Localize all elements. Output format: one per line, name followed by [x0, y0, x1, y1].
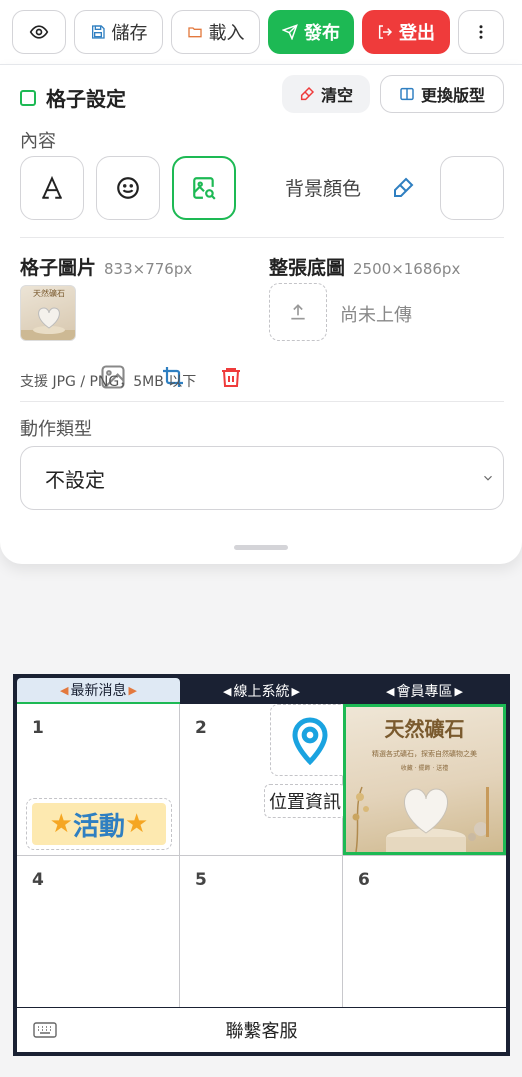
cell-number: 4 [32, 870, 44, 890]
bg-color-swatch[interactable] [440, 156, 504, 220]
cell-number: 5 [195, 870, 207, 890]
floppy-icon [91, 25, 105, 39]
full-bg-label: 整張底圖 [269, 257, 346, 279]
content-type-emoji[interactable] [96, 156, 160, 220]
cell-number: 6 [358, 870, 370, 890]
promo-subtitle: 精選各式礦石，探索自然礦物之美 [372, 750, 477, 758]
contact-service-bar[interactable]: 聯繫客服 [17, 1008, 506, 1052]
tab-member-zone[interactable]: ◀ 會員專區 ▶ [343, 678, 506, 704]
content-type-text[interactable] [20, 156, 84, 220]
grid-cell-4[interactable]: 4 [17, 856, 179, 1007]
menu-tabs: ◀ 最新消息 ▶ ◀ 線上系統 ▶ ◀ 會員專區 ▶ [17, 678, 506, 704]
preview-button[interactable] [12, 10, 66, 54]
send-icon [282, 24, 298, 40]
grid-settings-panel: 格子設定 清空 更換版型 內容 背景顏色 格子圖片 833×776px 整張底圖… [0, 64, 522, 564]
action-type-value: 不設定 [45, 467, 105, 492]
contact-service-label: 聯繫客服 [225, 1021, 298, 1042]
upload-icon [291, 304, 305, 320]
tab-online-system[interactable]: ◀ 線上系統 ▶ [180, 678, 343, 704]
heart-stone-image: 天然礦石 [21, 288, 75, 340]
tab-label: 線上系統 [233, 684, 290, 700]
panel-title-text: 格子設定 [46, 87, 126, 111]
trash-icon [222, 368, 240, 387]
promo-title: 天然礦石 [384, 717, 465, 741]
load-label: 載入 [208, 23, 245, 44]
grid-image-label: 格子圖片 [20, 257, 97, 279]
grid-cell-2[interactable]: 2 位置資訊 [180, 704, 350, 855]
publish-button[interactable]: 發布 [268, 10, 354, 54]
action-type-select[interactable]: 不設定 [20, 446, 504, 510]
change-layout-label: 更換版型 [420, 86, 485, 105]
tab-latest-news[interactable]: ◀ 最新消息 ▶ [17, 678, 180, 704]
smile-icon [117, 177, 139, 199]
grid-cell-3[interactable]: 天然礦石 精選各式礦石，探索自然礦物之美 收藏 · 擺飾 · 送禮 [343, 704, 506, 855]
save-button[interactable]: 儲存 [74, 10, 163, 54]
grid-cell-6[interactable]: 6 [343, 856, 506, 1007]
logout-button[interactable]: 登出 [362, 10, 450, 54]
change-layout-button[interactable]: 更換版型 [380, 75, 504, 113]
eraser-icon [394, 177, 414, 197]
save-label: 儲存 [111, 23, 148, 44]
grid-cell-1[interactable]: 1 ★ 活動 ★ [17, 704, 179, 855]
cell-number: 2 [195, 718, 207, 738]
divider [20, 237, 504, 238]
panel-title: 格子設定 [20, 83, 126, 112]
tab-label: 最新消息 [70, 683, 127, 699]
grid-cell-5[interactable]: 5 [180, 856, 342, 1007]
toolbar: 儲存 載入 發布 登出 [0, 0, 522, 64]
upload-bg-button[interactable] [269, 283, 327, 341]
grid-cells: 1 ★ 活動 ★ 2 位置資訊 天然礦石 精選各式礦石，探索自然礦物之美 收藏 · … [17, 704, 506, 1007]
content-label: 內容 [20, 131, 56, 152]
full-bg-header: 整張底圖 2500×1686px [269, 253, 460, 280]
eraser-icon [300, 86, 315, 101]
publish-label: 發布 [304, 23, 340, 44]
more-button[interactable] [458, 10, 504, 54]
support-text: 支援 JPG / PNG，5MB 以下 [20, 374, 197, 390]
action-type-label: 動作類型 [20, 419, 92, 440]
logout-label: 登出 [399, 23, 435, 44]
text-font-icon [42, 175, 62, 199]
clear-button[interactable]: 清空 [282, 75, 370, 113]
heart-crystal-illustration [352, 786, 489, 852]
columns-icon [400, 87, 414, 101]
event-label: 活動 [72, 811, 125, 842]
full-bg-size: 2500×1686px [353, 260, 461, 278]
clear-label: 清空 [320, 86, 353, 105]
promo-image: 天然礦石 精選各式礦石，探索自然礦物之美 收藏 · 擺飾 · 送禮 [346, 707, 503, 852]
bg-color-clear-button[interactable] [391, 176, 415, 204]
content-type-image[interactable] [172, 156, 236, 220]
event-sticker[interactable]: ★ 活動 ★ [26, 798, 172, 850]
grid-image-header: 格子圖片 833×776px [20, 253, 192, 280]
load-button[interactable]: 載入 [171, 10, 260, 54]
menu-preview: ◀ 最新消息 ▶ ◀ 線上系統 ▶ ◀ 會員專區 ▶ 1 ★ 活動 ★ 2 位置資訊 天然礦石 … [13, 674, 510, 1056]
not-uploaded-text: 尚未上傳 [340, 305, 412, 326]
delete-image-button[interactable] [215, 361, 247, 393]
keyboard-icon [33, 1022, 57, 1038]
logout-icon [378, 25, 393, 39]
grid-image-size: 833×776px [104, 260, 193, 278]
more-vertical-icon [479, 25, 483, 39]
tab-label: 會員專區 [396, 684, 453, 700]
cell-number: 1 [32, 718, 44, 738]
drag-handle[interactable] [234, 545, 288, 550]
location-icon-box[interactable] [270, 704, 350, 776]
folder-icon [187, 27, 202, 38]
square-icon [20, 89, 36, 106]
bg-color-label: 背景顏色 [285, 178, 362, 200]
location-label[interactable]: 位置資訊 [264, 784, 346, 818]
map-pin-icon [292, 717, 328, 765]
grid-image-thumbnail[interactable]: 天然礦石 [20, 285, 76, 341]
chevron-down-icon [484, 475, 492, 481]
divider [20, 401, 504, 402]
eye-icon [29, 25, 49, 39]
image-search-icon [193, 177, 216, 200]
thumbnail-title: 天然礦石 [33, 288, 65, 298]
